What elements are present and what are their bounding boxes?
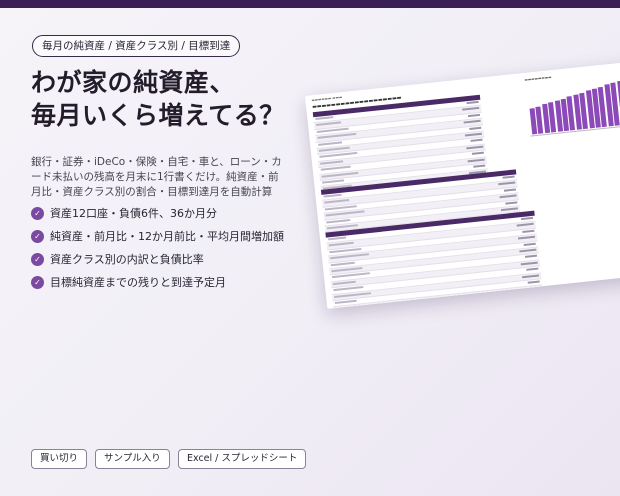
cell-placeholder: [335, 305, 365, 309]
cell-placeholder: [505, 200, 518, 205]
cell-placeholder: [522, 229, 535, 233]
cell-placeholder: [326, 218, 351, 224]
cell-placeholder: [527, 280, 540, 284]
feature-item: ✓ 目標純資産までの残りと到達予定月: [31, 274, 301, 290]
cell-placeholder: [526, 267, 539, 271]
cell-placeholder: [334, 299, 357, 304]
badge-one-time-purchase: 買い切り: [31, 449, 88, 469]
cell-placeholder: [473, 164, 486, 168]
headline-line-2: 毎月いくら増えてる？: [31, 101, 285, 130]
cell-placeholder: [521, 274, 540, 278]
cell-placeholder: [332, 280, 356, 285]
cell-placeholder: [466, 145, 484, 150]
cell-placeholder: [318, 146, 350, 152]
feature-tag: 毎月の純資産 / 資産クラス別 / 目標到達: [32, 35, 241, 57]
cell-placeholder: [466, 100, 479, 105]
badge-excel-spreadsheet: Excel / スプレッドシート: [178, 449, 307, 469]
cell-placeholder: [326, 224, 358, 230]
check-circle-icon: ✓: [31, 206, 44, 220]
cell-placeholder: [498, 181, 516, 186]
cell-placeholder: [320, 165, 351, 171]
cell-placeholder: [503, 188, 517, 192]
cell-placeholder: [516, 223, 534, 227]
cell-placeholder: [328, 236, 347, 241]
net-worth-bar-chart: [525, 73, 620, 135]
cell-placeholder: [500, 207, 519, 212]
cell-placeholder: [329, 247, 362, 254]
cell-placeholder: [499, 194, 517, 199]
cell-placeholder: [524, 254, 538, 259]
spreadsheet-image: ▬▬▬▬▬▬ ▬▬▬ ▬▬▬▬▬▬▬▬▬▬▬▬▬▬▬▬▬▬▬ ▬▬▬▬▬▬▬▬: [305, 60, 620, 309]
cell-placeholder: [330, 261, 355, 266]
cell-placeholder: [467, 113, 481, 117]
cell-placeholder: [517, 235, 536, 240]
feature-item: ✓ 資産クラス別の内訳と負債比率: [31, 251, 301, 267]
cell-placeholder: [467, 158, 485, 162]
cell-placeholder: [324, 204, 357, 211]
check-circle-icon: ✓: [31, 229, 44, 243]
cell-placeholder: [470, 139, 483, 143]
cell-placeholder: [520, 216, 534, 221]
chart-title-placeholder: ▬▬▬▬▬▬▬▬: [524, 75, 552, 82]
cell-placeholder: [502, 175, 515, 179]
spreadsheet-preview: ▬▬▬▬▬▬ ▬▬▬ ▬▬▬▬▬▬▬▬▬▬▬▬▬▬▬▬▬▬▬ ▬▬▬▬▬▬▬▬: [305, 60, 620, 309]
cell-placeholder: [523, 242, 536, 246]
check-circle-icon: ✓: [31, 252, 44, 266]
description: 銀行・証券・iDeCo・保険・自宅・車と、ローン・カード未払いの残高を月末に1行…: [31, 156, 282, 198]
cell-placeholder: [316, 127, 349, 133]
cell-placeholder: [333, 286, 364, 292]
cell-placeholder: [324, 199, 350, 204]
cell-placeholder: [523, 286, 541, 291]
feature-text: 目標純資産までの残りと到達予定月: [50, 276, 226, 289]
cell-placeholder: [323, 193, 342, 198]
cell-placeholder: [471, 151, 485, 155]
feature-text: 資産12口座・負債6件、36か月分: [50, 207, 217, 220]
cell-placeholder: [328, 242, 354, 247]
feature-item: ✓ 資産12口座・負債6件、36か月分: [31, 205, 301, 221]
cell-placeholder: [322, 179, 345, 184]
cell-placeholder: [462, 107, 480, 112]
badge-sample-included: サンプル入り: [95, 449, 170, 469]
check-circle-icon: ✓: [31, 275, 44, 289]
cell-placeholder: [464, 132, 483, 137]
cell-placeholder: [469, 126, 482, 130]
cell-placeholder: [520, 261, 538, 266]
headline-line-1: わが家の純資産、: [31, 68, 236, 97]
cell-placeholder: [331, 266, 363, 273]
cell-placeholder: [519, 248, 537, 253]
feature-text: 資産クラス別の内訳と負債比率: [50, 253, 204, 266]
cell-placeholder: [315, 116, 334, 121]
feature-text: 純資産・前月比・12か月前比・平均月間増加額: [50, 230, 284, 243]
cell-placeholder: [316, 121, 342, 127]
top-accent-bar: [0, 0, 620, 8]
cell-placeholder: [318, 140, 343, 146]
cell-placeholder: [320, 160, 344, 165]
headline: わが家の純資産、 毎月いくら増えてる？: [31, 66, 285, 132]
feature-item: ✓ 純資産・前月比・12か月前比・平均月間増加額: [31, 228, 301, 244]
cell-placeholder: [463, 119, 481, 124]
